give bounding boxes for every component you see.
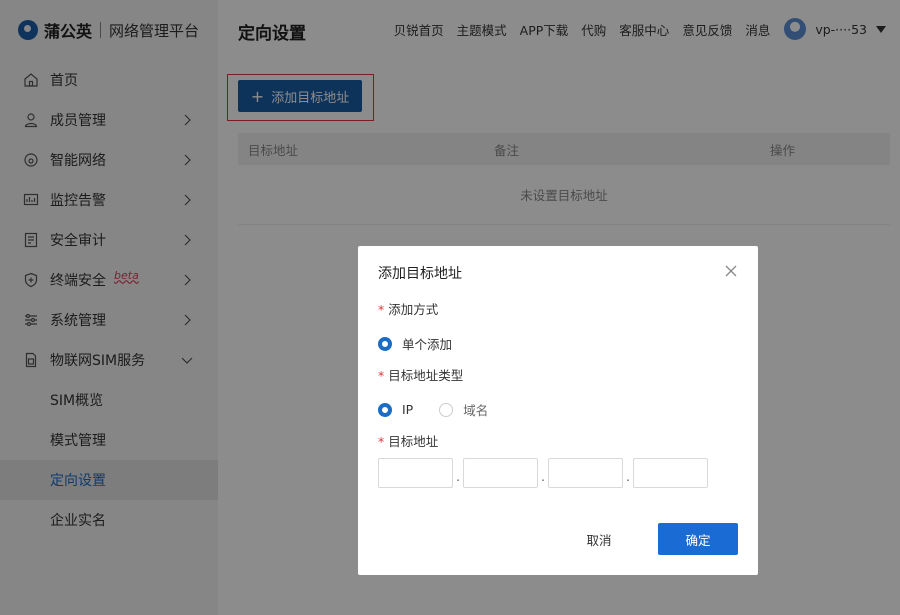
radio-ip-label[interactable]: IP	[402, 402, 413, 417]
required-mark: *	[378, 368, 385, 383]
method-radio-group: 单个添加	[378, 334, 478, 353]
ip-address-input-group: . . .	[378, 458, 708, 488]
target-address-label: * 目标地址	[378, 431, 438, 450]
address-type-label-text: 目标地址类型	[388, 368, 464, 383]
required-mark: *	[378, 434, 385, 449]
ip-segment-2-input[interactable]	[463, 458, 538, 488]
radio-ip[interactable]	[378, 402, 392, 417]
ip-segment-3-input[interactable]	[548, 458, 623, 488]
target-address-label-text: 目标地址	[388, 434, 439, 449]
radio-single-add[interactable]	[378, 336, 392, 351]
add-target-address-dialog: 添加目标地址 * 添加方式 单个添加 * 目标地址类型 IP 域名 * 目标地址 . …	[358, 246, 758, 575]
address-type-label: * 目标地址类型	[378, 365, 463, 384]
confirm-button[interactable]: 确定	[658, 523, 738, 555]
radio-single-add-label[interactable]: 单个添加	[402, 334, 452, 353]
ip-dot: .	[541, 470, 545, 484]
ip-dot: .	[456, 470, 460, 484]
close-icon[interactable]	[724, 264, 738, 278]
cancel-button[interactable]: 取消	[576, 524, 622, 554]
ip-segment-1-input[interactable]	[378, 458, 453, 488]
method-label-text: 添加方式	[388, 302, 439, 317]
radio-domain-label[interactable]: 域名	[463, 400, 488, 419]
ip-dot: .	[626, 470, 630, 484]
ip-segment-4-input[interactable]	[633, 458, 708, 488]
dialog-title: 添加目标地址	[378, 266, 462, 282]
required-mark: *	[378, 302, 385, 317]
address-type-radio-group: IP 域名	[378, 400, 514, 419]
method-label: * 添加方式	[378, 299, 438, 318]
radio-domain[interactable]	[439, 402, 454, 417]
